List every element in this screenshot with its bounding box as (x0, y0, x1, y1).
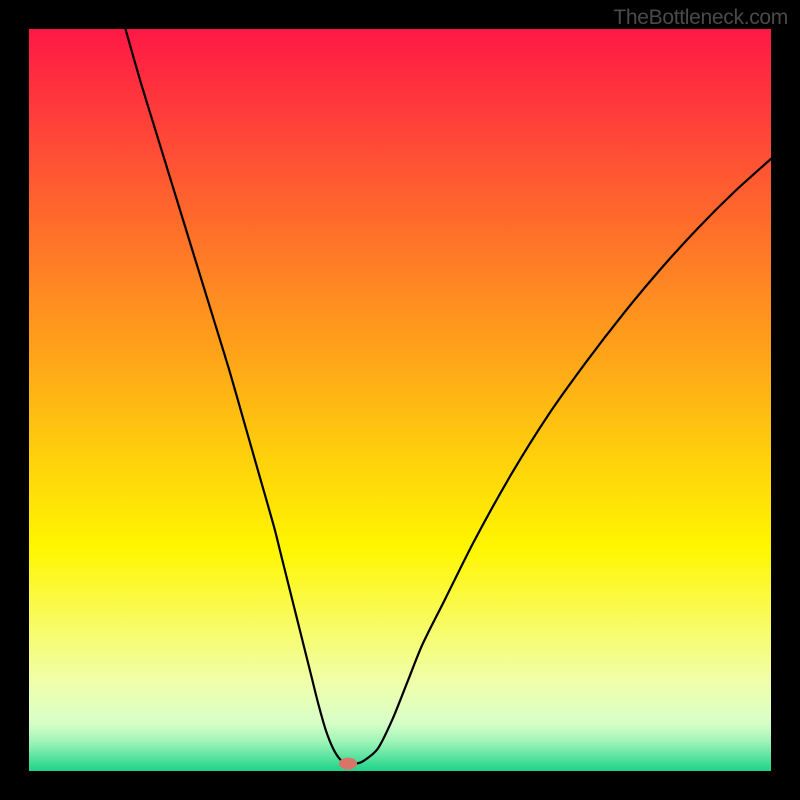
watermark-text: TheBottleneck.com (613, 6, 788, 30)
optimal-point-marker (339, 758, 357, 770)
gradient-background (29, 29, 771, 771)
plot-area (29, 29, 771, 771)
chart-container: TheBottleneck.com (0, 0, 800, 800)
chart-svg (29, 29, 771, 771)
